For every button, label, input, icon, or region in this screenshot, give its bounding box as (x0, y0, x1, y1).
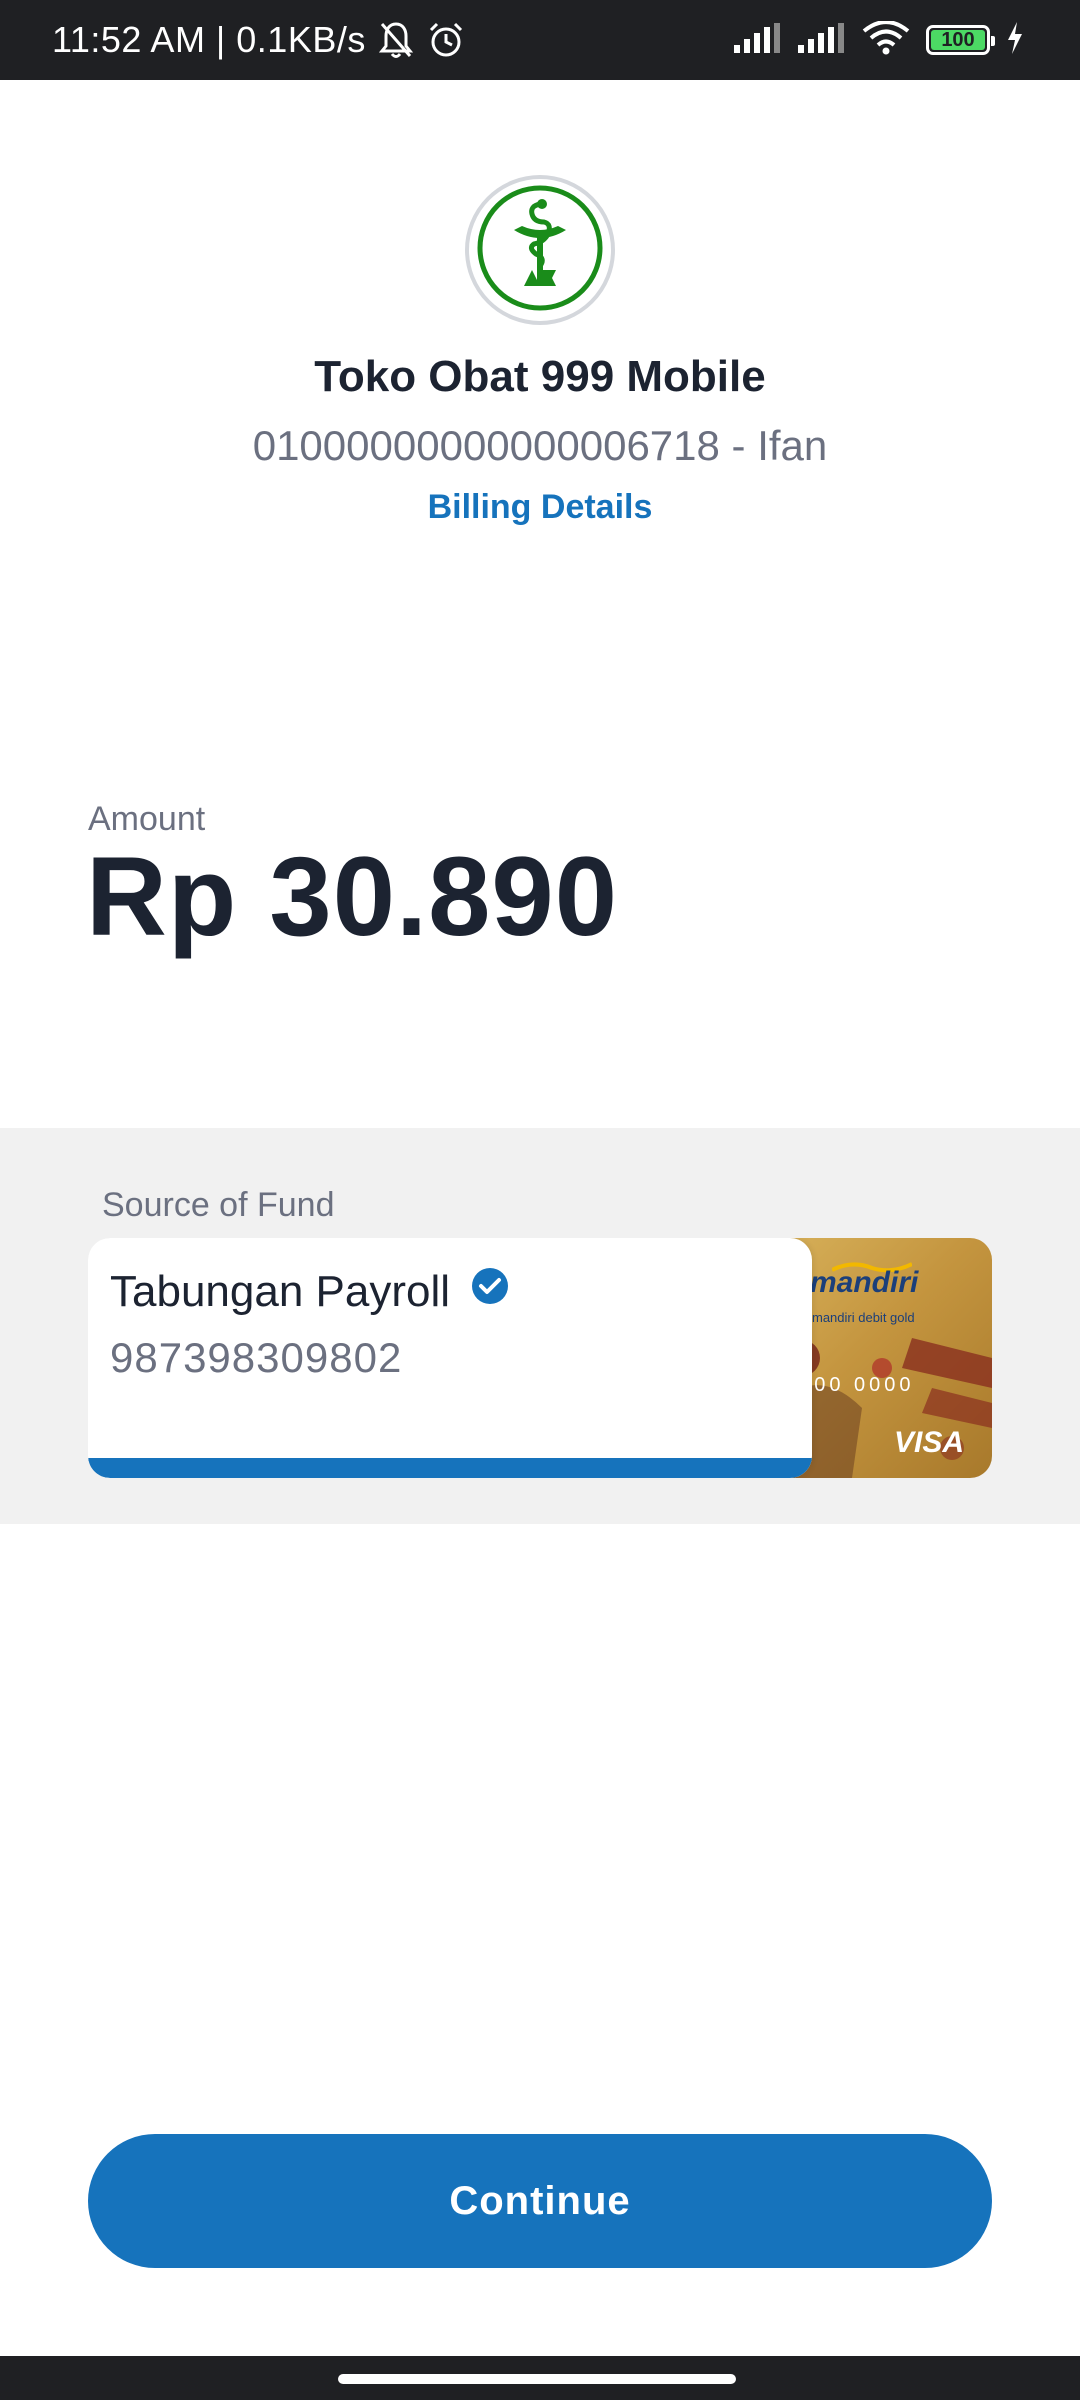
verified-check-icon (470, 1266, 510, 1317)
charging-icon (1006, 21, 1024, 59)
card-brand: mandiri (810, 1266, 919, 1299)
signal-icon (734, 22, 782, 58)
account-name-row: Tabungan Payroll (110, 1266, 510, 1317)
battery-level: 100 (941, 28, 975, 51)
pharmacy-caduceus-icon (474, 182, 606, 319)
status-time-speed: 11:52 AM | 0.1KB/s (52, 19, 366, 60)
account-selected-bar (88, 1458, 812, 1478)
status-right: 100 (734, 0, 1024, 80)
status-left: 11:52 AM | 0.1KB/s (52, 0, 466, 80)
account-name: Tabungan Payroll (110, 1266, 451, 1316)
payment-confirmation-screen: 11:52 AM | 0.1KB/s 100 Toko Obat 999 Mob… (0, 0, 1080, 2400)
merchant-id-line: 01000000000000006718 - Ifan (252, 422, 828, 469)
source-of-fund-label: Source of Fund (102, 1186, 335, 1224)
status-bar: 11:52 AM | 0.1KB/s 100 (0, 0, 1080, 80)
merchant-name: Toko Obat 999 Mobile (314, 352, 766, 401)
account-info-panel: Tabungan Payroll 987398309802 (88, 1238, 812, 1478)
card-network: VISA (893, 1426, 964, 1459)
billing-details-link[interactable]: Billing Details (0, 488, 1080, 527)
home-indicator[interactable] (338, 2374, 736, 2384)
source-of-fund-card[interactable]: mandiri mandiri debit gold 0000 0000 VIS… (88, 1238, 992, 1478)
battery-icon: 100 (926, 25, 995, 55)
amount-value: Rp 30.890 (86, 834, 618, 959)
source-of-fund-section: Source of Fund mandiri mandiri debit gol… (0, 1128, 1080, 1524)
continue-button[interactable]: Continue (88, 2134, 992, 2268)
merchant-logo (465, 175, 615, 325)
card-subtitle: mandiri debit gold (812, 1310, 915, 1325)
system-nav-bar (0, 2356, 1080, 2400)
wifi-icon (862, 19, 910, 60)
signal-icon (798, 22, 846, 58)
alarm-icon (426, 20, 466, 60)
battery-cap (991, 36, 995, 46)
bell-off-icon (378, 20, 414, 60)
account-number: 987398309802 (110, 1334, 403, 1381)
